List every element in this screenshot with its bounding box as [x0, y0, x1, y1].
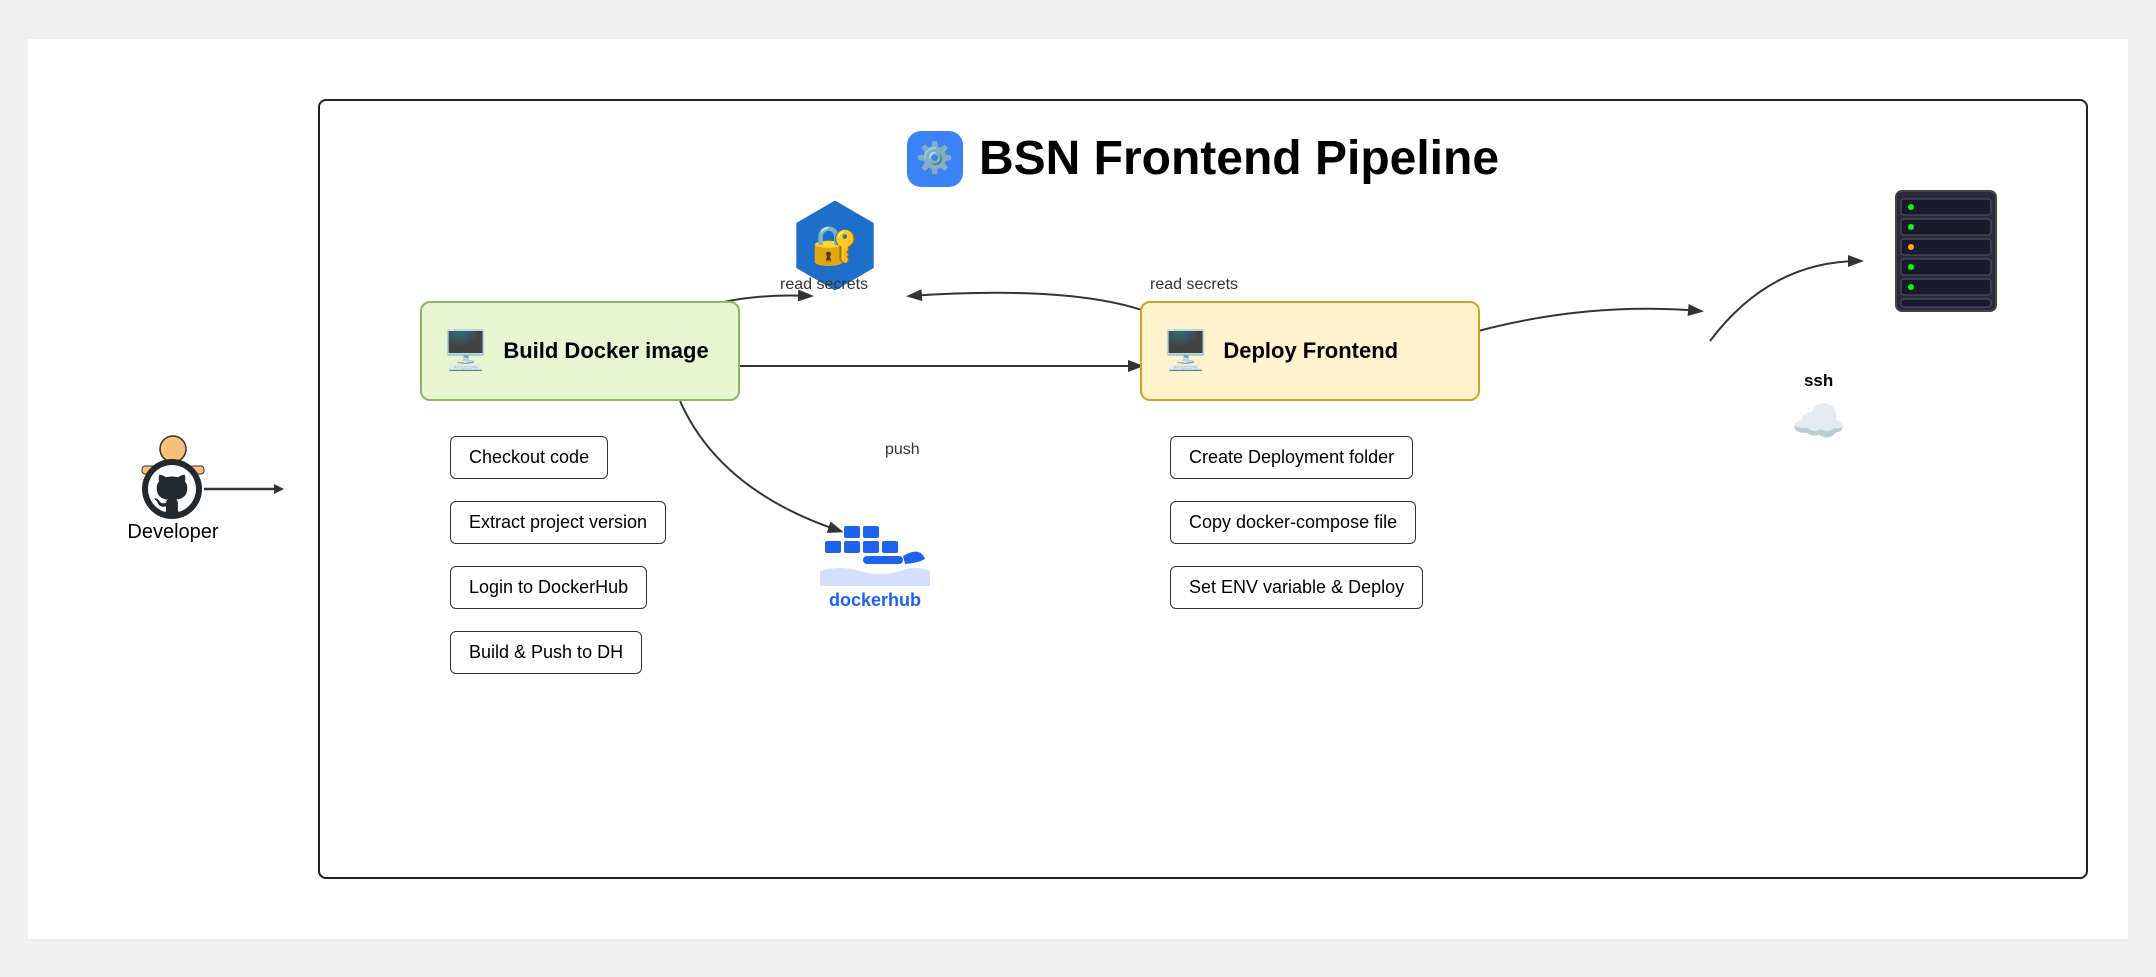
step-create-deployment: Create Deployment folder: [1170, 436, 1413, 479]
pipeline-title: BSN Frontend Pipeline: [979, 131, 1499, 186]
push-label: push: [885, 441, 920, 459]
title-row: ⚙️ BSN Frontend Pipeline: [320, 131, 2086, 187]
pipeline-icon: ⚙️: [907, 131, 963, 187]
dockerhub-icon: dockerhub: [820, 521, 930, 611]
server-svg: [1886, 181, 2006, 321]
developer-to-github-flow: [136, 457, 284, 521]
read-secrets-right-label: read secrets: [1150, 276, 1238, 294]
server-rack: [1886, 181, 2006, 326]
ssh-label: ssh: [1804, 371, 1833, 391]
dev-arrow: [204, 479, 284, 499]
build-docker-box: 🖥️ Build Docker image: [420, 301, 740, 401]
ssh-icon: ssh ☁️: [1791, 371, 1846, 447]
build-monitor-icon: 🖥️: [442, 329, 489, 373]
step-set-env: Set ENV variable & Deploy: [1170, 566, 1423, 609]
cloud-icon: ☁️: [1791, 395, 1846, 447]
step-login-dockerhub: Login to DockerHub: [450, 566, 647, 609]
deploy-box-label: Deploy Frontend: [1223, 338, 1398, 364]
step-extract-version: Extract project version: [450, 501, 666, 544]
read-secrets-left-label: read secrets: [780, 276, 868, 294]
diagram-box: ⚙️ BSN Frontend Pipeline 🔐: [318, 99, 2088, 879]
arrows-canvas: [320, 101, 2086, 877]
developer-label: Developer: [127, 521, 218, 544]
step-copy-compose: Copy docker-compose file: [1170, 501, 1416, 544]
deploy-monitor-icon: 🖥️: [1162, 329, 1209, 373]
build-box-label: Build Docker image: [503, 338, 708, 364]
dockerhub-label: dockerhub: [829, 590, 921, 611]
main-container: </> Developer ⚙️ BSN Frontend Pip: [28, 39, 2128, 939]
step-checkout: Checkout code: [450, 436, 608, 479]
step-build-push: Build & Push to DH: [450, 631, 642, 674]
deploy-frontend-box: 🖥️ Deploy Frontend: [1140, 301, 1480, 401]
github-icon: [140, 457, 204, 521]
dockerhub-svg: [820, 521, 930, 586]
